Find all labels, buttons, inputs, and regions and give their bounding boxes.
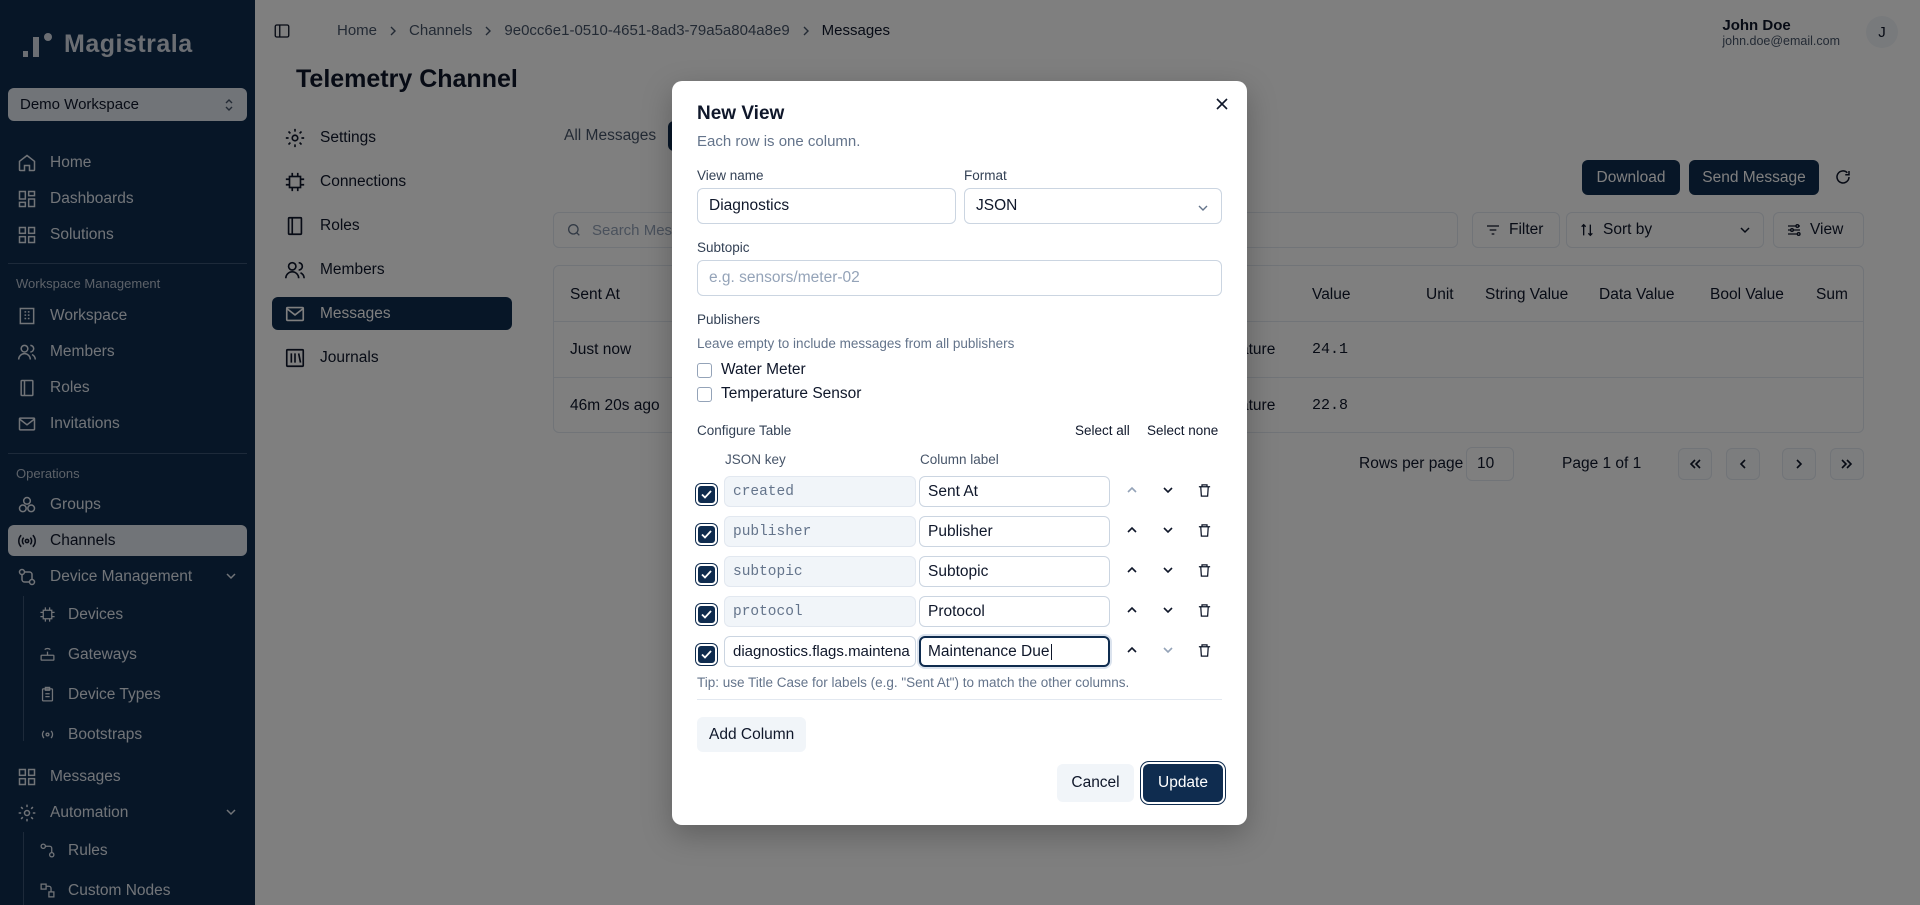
column-checkbox[interactable] xyxy=(698,566,715,583)
column-label-input[interactable]: Maintenance Due xyxy=(919,636,1110,667)
chevron-down-icon[interactable] xyxy=(1161,483,1175,497)
trash-icon[interactable] xyxy=(1197,483,1212,498)
select-none-button[interactable]: Select none xyxy=(1147,423,1218,438)
configure-table-label: Configure Table xyxy=(697,423,792,438)
trash-icon[interactable] xyxy=(1197,563,1212,578)
trash-icon[interactable] xyxy=(1197,643,1212,658)
subtopic-label: Subtopic xyxy=(697,240,750,255)
publisher-label: Temperature Sensor xyxy=(721,385,862,402)
publisher-label: Water Meter xyxy=(721,361,806,378)
tip-text: Tip: use Title Case for labels (e.g. "Se… xyxy=(697,675,1130,690)
trash-icon[interactable] xyxy=(1197,523,1212,538)
column-checkbox[interactable] xyxy=(698,606,715,623)
column-checkbox[interactable] xyxy=(698,526,715,543)
divider xyxy=(697,699,1222,700)
json-key-input: created xyxy=(724,476,916,507)
column-label-input[interactable]: Protocol xyxy=(919,596,1110,627)
close-icon xyxy=(1216,98,1228,110)
column-checkbox[interactable] xyxy=(698,646,715,663)
dialog-title: New View xyxy=(697,103,785,124)
cancel-button[interactable]: Cancel xyxy=(1057,764,1134,802)
text-caret xyxy=(1050,643,1052,660)
column-label-input[interactable]: Sent At xyxy=(919,476,1110,507)
column-row: created Sent At xyxy=(697,476,1222,512)
select-all-button[interactable]: Select all xyxy=(1075,423,1130,438)
column-row: publisher Publisher xyxy=(697,516,1222,552)
json-key-input[interactable]: diagnostics.flags.maintena xyxy=(724,636,916,667)
json-key-input: protocol xyxy=(724,596,916,627)
column-label-input[interactable]: Subtopic xyxy=(919,556,1110,587)
check-icon xyxy=(701,650,712,659)
format-value: JSON xyxy=(976,197,1018,214)
format-label: Format xyxy=(964,168,1007,183)
checkbox[interactable] xyxy=(697,386,712,402)
chevron-down-icon[interactable] xyxy=(1161,563,1175,577)
column-label-value: Maintenance Due xyxy=(928,642,1050,660)
chevron-up-icon[interactable] xyxy=(1125,523,1139,537)
chevron-down-icon xyxy=(1163,647,1173,654)
column-label-input[interactable]: Publisher xyxy=(919,516,1110,547)
chevron-up-icon[interactable] xyxy=(1125,563,1139,577)
chevron-up-icon xyxy=(1127,486,1137,493)
view-name-input[interactable]: Diagnostics xyxy=(697,188,956,224)
publishers-hint: Leave empty to include messages from all… xyxy=(697,336,1015,351)
check-icon xyxy=(701,530,712,539)
column-row: diagnostics.flags.maintena Maintenance D… xyxy=(697,636,1222,672)
chevron-up-icon[interactable] xyxy=(1125,603,1139,617)
column-label-header: Column label xyxy=(920,452,999,467)
chevron-down-icon[interactable] xyxy=(1161,523,1175,537)
column-checkbox[interactable] xyxy=(698,486,715,503)
chevron-down-icon xyxy=(1198,205,1208,211)
publisher-option[interactable]: Water Meter xyxy=(697,361,806,379)
update-button[interactable]: Update xyxy=(1143,764,1223,802)
json-key-header: JSON key xyxy=(725,452,786,467)
chevron-down-icon[interactable] xyxy=(1161,603,1175,617)
new-view-dialog: New View Each row is one column. View na… xyxy=(672,81,1247,825)
dialog-description: Each row is one column. xyxy=(697,133,861,150)
subtopic-input[interactable]: e.g. sensors/meter-02 xyxy=(697,260,1222,296)
format-select[interactable]: JSON xyxy=(964,188,1222,224)
close-button[interactable] xyxy=(1215,97,1229,111)
publisher-option[interactable]: Temperature Sensor xyxy=(697,385,861,403)
json-key-input: subtopic xyxy=(724,556,916,587)
check-icon xyxy=(701,490,712,499)
view-name-label: View name xyxy=(697,168,764,183)
check-icon xyxy=(701,610,712,619)
checkbox[interactable] xyxy=(697,362,712,378)
json-key-input: publisher xyxy=(724,516,916,547)
check-icon xyxy=(701,570,712,579)
add-column-button[interactable]: Add Column xyxy=(697,717,807,752)
trash-icon[interactable] xyxy=(1197,603,1212,618)
publishers-label: Publishers xyxy=(697,312,761,327)
column-row: subtopic Subtopic xyxy=(697,556,1222,592)
column-row: protocol Protocol xyxy=(697,596,1222,632)
chevron-up-icon[interactable] xyxy=(1125,643,1139,657)
